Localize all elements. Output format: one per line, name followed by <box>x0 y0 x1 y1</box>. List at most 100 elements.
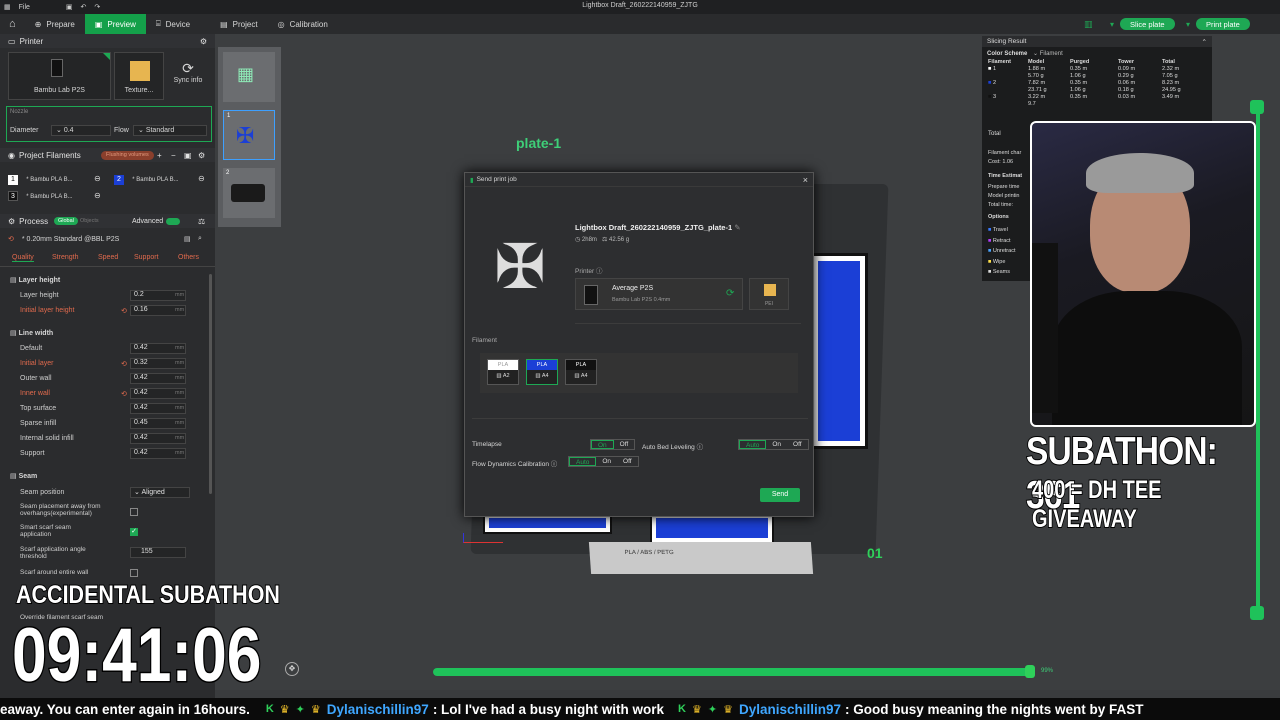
reset-icon[interactable]: ⟲ <box>121 390 127 398</box>
flow-cal-toggle[interactable]: Auto On Off <box>568 456 639 467</box>
tab-strength[interactable]: Strength <box>52 254 78 261</box>
undo-icon[interactable]: ↶ <box>81 3 87 11</box>
job-stats: ◷ 2h8m ⚖ 42.56 g <box>575 237 630 243</box>
advanced-switch[interactable] <box>166 217 180 225</box>
seam-away-checkbox[interactable] <box>130 508 138 516</box>
tab-others[interactable]: Others <box>178 254 199 261</box>
close-icon[interactable]: × <box>803 175 808 185</box>
print-menu-icon[interactable]: ▾ <box>1186 20 1190 29</box>
timelapse-off[interactable]: Off <box>614 440 635 449</box>
plate-thumb-2[interactable]: 2 <box>223 168 275 218</box>
option-item[interactable]: ■ Retract <box>988 236 1015 247</box>
menu-icon[interactable]: ▦ <box>4 3 11 11</box>
bed-leveling-on[interactable]: On <box>766 440 787 449</box>
filament-mapping-chip[interactable]: PLA ▥ A4 <box>565 359 597 385</box>
remove-icon[interactable]: ⊖ <box>198 174 205 183</box>
search-icon[interactable]: ⌕ <box>198 235 202 243</box>
flow-cal-auto[interactable]: Auto <box>569 457 597 466</box>
home-button[interactable]: ⌂ <box>0 14 25 34</box>
filament-mapping-chip[interactable]: PLA ▥ A2 <box>487 359 519 385</box>
help-icon[interactable]: ⓘ <box>551 461 558 468</box>
flow-cal-on[interactable]: On <box>596 457 617 466</box>
vertical-layer-slider[interactable] <box>1256 104 1260 614</box>
plate-thumb-overview[interactable]: ▦ <box>223 52 275 102</box>
process-preset[interactable]: ⟲ * 0.20mm Standard @BBL P2S ▤ ⌕ <box>8 235 208 247</box>
layers-icon[interactable]: ▥ <box>1084 19 1093 30</box>
tab-speed[interactable]: Speed <box>98 254 118 261</box>
add-filament-icon[interactable]: + <box>157 151 162 160</box>
scarf-angle-input[interactable]: 155 <box>130 547 186 558</box>
crown-icon: ♛ <box>279 703 290 716</box>
remove-icon[interactable]: ⊖ <box>94 191 101 200</box>
ams-icon[interactable]: ▣ <box>184 151 192 160</box>
tab-quality[interactable]: Quality <box>12 254 34 262</box>
scarf-around-checkbox[interactable] <box>130 569 138 577</box>
flow-cal-off[interactable]: Off <box>617 457 638 466</box>
scheme-select[interactable]: ⌄ Filament <box>1033 51 1063 57</box>
printer-selector[interactable]: Bambu Lab P2S <box>8 52 111 100</box>
help-icon[interactable]: ⓘ <box>697 444 704 451</box>
objects-toggle[interactable]: Objects <box>80 218 99 224</box>
tab-prepare[interactable]: ⊕ Prepare <box>25 14 85 34</box>
preset-icon: ⟲ <box>8 236 14 243</box>
smart-scarf-checkbox[interactable]: ✓ <box>130 528 138 536</box>
tab-calibration[interactable]: ◎ Calibration <box>268 14 338 34</box>
remove-filament-icon[interactable]: − <box>171 151 176 160</box>
plate-type-select[interactable]: PEI <box>749 278 789 310</box>
save-icon[interactable]: ▣ <box>66 3 73 11</box>
progress-handle[interactable] <box>1025 665 1035 678</box>
plate-thumb-1[interactable]: 1 ✠ <box>223 110 275 160</box>
save-preset-icon[interactable]: ▤ <box>184 235 191 243</box>
refresh-icon[interactable]: ⟳ <box>726 288 734 299</box>
print-plate-button[interactable]: Print plate <box>1196 18 1250 30</box>
reset-icon[interactable]: ⟲ <box>121 360 127 368</box>
filament-item-1[interactable]: 1 * Bambu PLA B... ⊖ <box>8 174 108 186</box>
option-item[interactable]: ■ Travel <box>988 225 1015 236</box>
remove-icon[interactable]: ⊖ <box>94 174 101 183</box>
flow-select[interactable]: ⌄ Standard <box>133 125 207 136</box>
option-item[interactable]: ■ Seams <box>988 267 1015 278</box>
tab-support[interactable]: Support <box>134 254 159 261</box>
top-slider-handle[interactable] <box>1250 100 1264 114</box>
compare-icon[interactable]: ⚖ <box>198 217 205 226</box>
redo-icon[interactable]: ↷ <box>94 3 100 11</box>
texture-selector[interactable]: Texture... <box>114 52 164 100</box>
global-toggle[interactable]: Global <box>54 217 78 225</box>
bed-front-label: PLA / ABS / PETG <box>588 542 814 574</box>
diameter-select[interactable]: ⌄ 0.4 <box>51 125 111 136</box>
model-preview: ✠ <box>494 233 546 302</box>
scrollbar[interactable] <box>209 274 212 494</box>
filament-item-3[interactable]: 3 * Bambu PLA B... ⊖ <box>8 191 108 203</box>
filament-item-2[interactable]: 2 * Bambu PLA B... ⊖ <box>114 174 214 186</box>
camera-icon[interactable]: ✥ <box>285 662 299 676</box>
file-menu[interactable]: File <box>19 4 30 11</box>
reset-icon[interactable]: ⟲ <box>121 307 127 315</box>
collapse-icon[interactable]: ⌃ <box>1202 38 1207 46</box>
option-item[interactable]: ■ Wipe <box>988 257 1015 268</box>
person-body <box>1052 291 1242 425</box>
slice-plate-button[interactable]: Slice plate <box>1120 18 1175 30</box>
tab-preview[interactable]: ▣ Preview <box>84 14 146 34</box>
settings-gear-icon[interactable]: ⚙ <box>200 37 207 46</box>
timelapse-toggle[interactable]: On Off <box>590 439 636 450</box>
flushing-badge[interactable]: Flushing volumes <box>101 150 154 160</box>
bed-leveling-off[interactable]: Off <box>787 440 808 449</box>
edit-icon[interactable]: ✎ <box>734 223 740 232</box>
bed-leveling-toggle[interactable]: Auto On Off <box>738 439 809 450</box>
printer-select[interactable]: Average P2S Bambu Lab P2S 0.4mm ⟳ <box>575 278 743 310</box>
blue-part-mid <box>650 512 774 544</box>
param-label: Layer height <box>20 292 59 299</box>
bed-leveling-auto[interactable]: Auto <box>739 440 767 449</box>
send-button[interactable]: Send <box>760 488 800 502</box>
seam-position-select[interactable]: ⌄ Aligned <box>130 487 190 498</box>
filament-settings-icon[interactable]: ⚙ <box>198 151 205 160</box>
filament-mapping-chip[interactable]: PLA ▥ A4 <box>526 359 558 385</box>
sync-info-button[interactable]: ⟳ Sync info <box>168 52 208 100</box>
timelapse-on[interactable]: On <box>591 440 614 449</box>
option-item[interactable]: ■ Unretract <box>988 246 1015 257</box>
help-icon[interactable]: ⓘ <box>596 268 603 275</box>
bottom-slider-handle[interactable] <box>1250 606 1264 620</box>
slice-menu-icon[interactable]: ▾ <box>1110 20 1114 29</box>
tab-device[interactable]: ⌸ Device <box>146 14 200 34</box>
tab-project[interactable]: ▤ Project <box>210 14 267 34</box>
